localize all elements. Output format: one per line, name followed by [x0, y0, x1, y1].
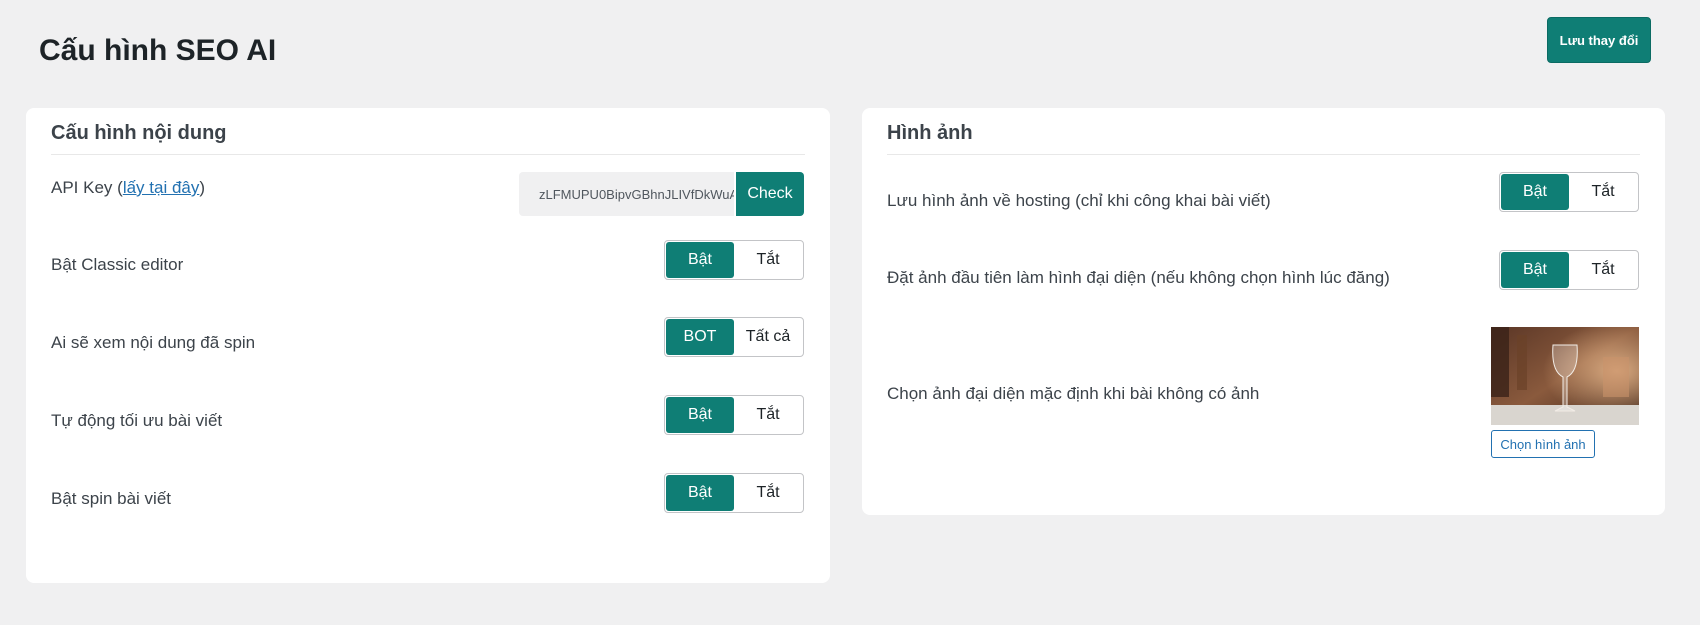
default-image-thumbnail — [1491, 327, 1639, 425]
spin-viewer-label: Ai sẽ xem nội dung đã spin — [51, 333, 256, 352]
auto-optimize-on-option[interactable]: Bật — [666, 397, 734, 433]
first-image-featured-toggle: Bật Tắt — [1499, 250, 1639, 290]
classic-editor-label: Bật Classic editor — [51, 255, 184, 274]
auto-optimize-label: Tự động tối ưu bài viết — [51, 411, 223, 430]
first-image-featured-off-option[interactable]: Tắt — [1569, 252, 1637, 288]
default-image-label: Chọn ảnh đại diện mặc định khi bài không… — [887, 384, 1260, 403]
spin-posts-on-option[interactable]: Bật — [666, 475, 734, 511]
content-settings-card: Cấu hình nội dung API Key (lấy tại đây) … — [26, 108, 830, 583]
api-key-label-suffix: ) — [199, 178, 206, 197]
spin-viewer-all-option[interactable]: Tất cả — [734, 319, 802, 355]
image-settings-title: Hình ảnh — [887, 122, 1640, 155]
choose-image-button[interactable]: Chọn hình ảnh — [1491, 430, 1595, 458]
spin-viewer-toggle: BOT Tất cả — [664, 317, 804, 357]
auto-optimize-toggle: Bật Tắt — [664, 395, 804, 435]
auto-optimize-off-option[interactable]: Tắt — [734, 397, 802, 433]
spin-posts-label: Bật spin bài viết — [51, 489, 172, 508]
save-changes-button[interactable]: Lưu thay đổi — [1547, 17, 1651, 63]
api-key-input[interactable]: zLFMUPU0BipvGBhnJLIVfDkWuA — [519, 172, 734, 216]
api-key-link[interactable]: lấy tại đây — [123, 178, 200, 197]
api-key-label: API Key (lấy tại đây) — [51, 178, 205, 198]
classic-editor-toggle: Bật Tắt — [664, 240, 804, 280]
page-title: Cấu hình SEO AI — [39, 34, 277, 67]
spin-posts-toggle: Bật Tắt — [664, 473, 804, 513]
classic-editor-off-option[interactable]: Tắt — [734, 242, 802, 278]
save-images-toggle: Bật Tắt — [1499, 172, 1639, 212]
save-images-on-option[interactable]: Bật — [1501, 174, 1569, 210]
save-images-label: Lưu hình ảnh về hosting (chỉ khi công kh… — [887, 191, 1271, 210]
content-settings-title: Cấu hình nội dung — [51, 122, 805, 155]
spin-viewer-bot-option[interactable]: BOT — [666, 319, 734, 355]
save-images-off-option[interactable]: Tắt — [1569, 174, 1637, 210]
api-key-label-prefix: API Key ( — [51, 178, 123, 197]
check-api-key-button[interactable]: Check — [736, 172, 804, 216]
first-image-featured-on-option[interactable]: Bật — [1501, 252, 1569, 288]
spin-posts-off-option[interactable]: Tắt — [734, 475, 802, 511]
classic-editor-on-option[interactable]: Bật — [666, 242, 734, 278]
first-image-featured-label: Đặt ảnh đầu tiên làm hình đại diện (nếu … — [887, 268, 1390, 287]
image-settings-card: Hình ảnh Lưu hình ảnh về hosting (chỉ kh… — [862, 108, 1665, 515]
